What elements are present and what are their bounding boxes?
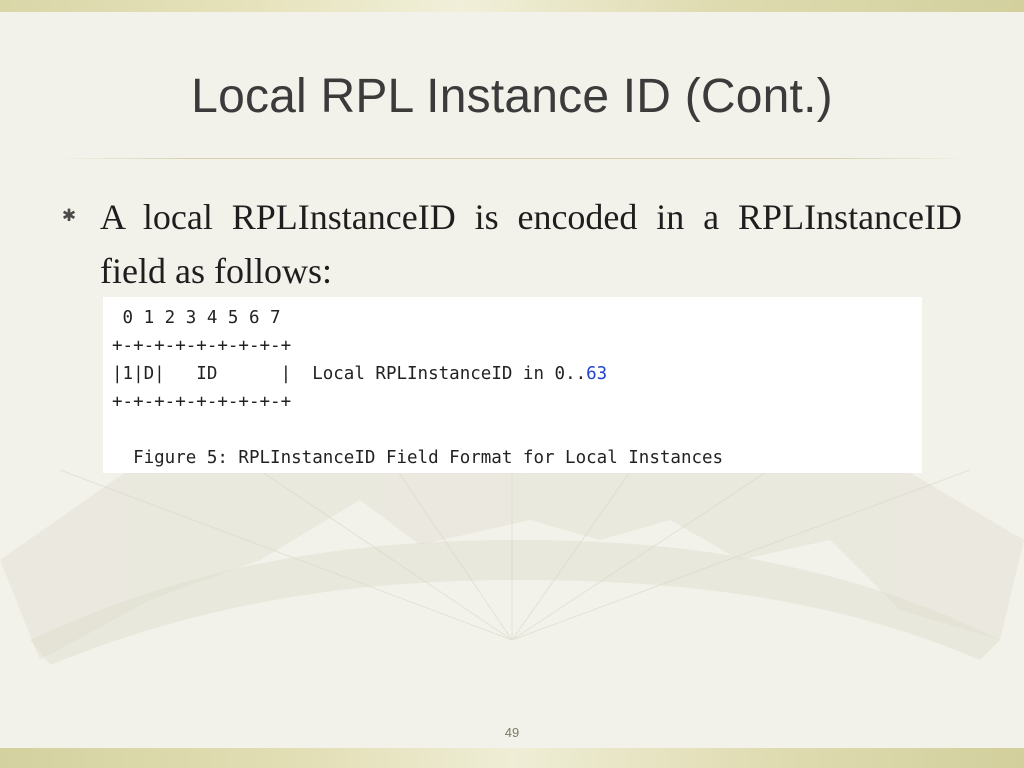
page-number: 49: [504, 725, 520, 740]
figure-caption: Figure 5: RPLInstanceID Field Format for…: [133, 448, 724, 468]
figure-field-description: Local RPLInstanceID in 0..: [312, 364, 587, 384]
bottom-decorative-band: [0, 748, 1024, 768]
bullet-star-icon: ✱: [61, 206, 77, 226]
figure-field-row: |1|D| ID |: [112, 364, 292, 384]
slide-title: Local RPL Instance ID (Cont.): [191, 70, 833, 123]
figure-border-bottom: +-+-+-+-+-+-+-+-+: [112, 392, 292, 412]
title-divider: [52, 158, 972, 159]
figure-ascii: 0 1 2 3 4 5 6 7 +-+-+-+-+-+-+-+-+ |1|D| …: [112, 304, 723, 472]
field-format-figure: 0 1 2 3 4 5 6 7 +-+-+-+-+-+-+-+-+ |1|D| …: [103, 297, 922, 473]
figure-range-link[interactable]: 63: [586, 364, 607, 384]
bullet-text: A local RPLInstanceID is encoded in a RP…: [100, 197, 962, 291]
top-decorative-band: [0, 0, 1024, 12]
figure-border-top: +-+-+-+-+-+-+-+-+: [112, 336, 292, 356]
figure-bit-positions: 0 1 2 3 4 5 6 7: [112, 308, 281, 328]
